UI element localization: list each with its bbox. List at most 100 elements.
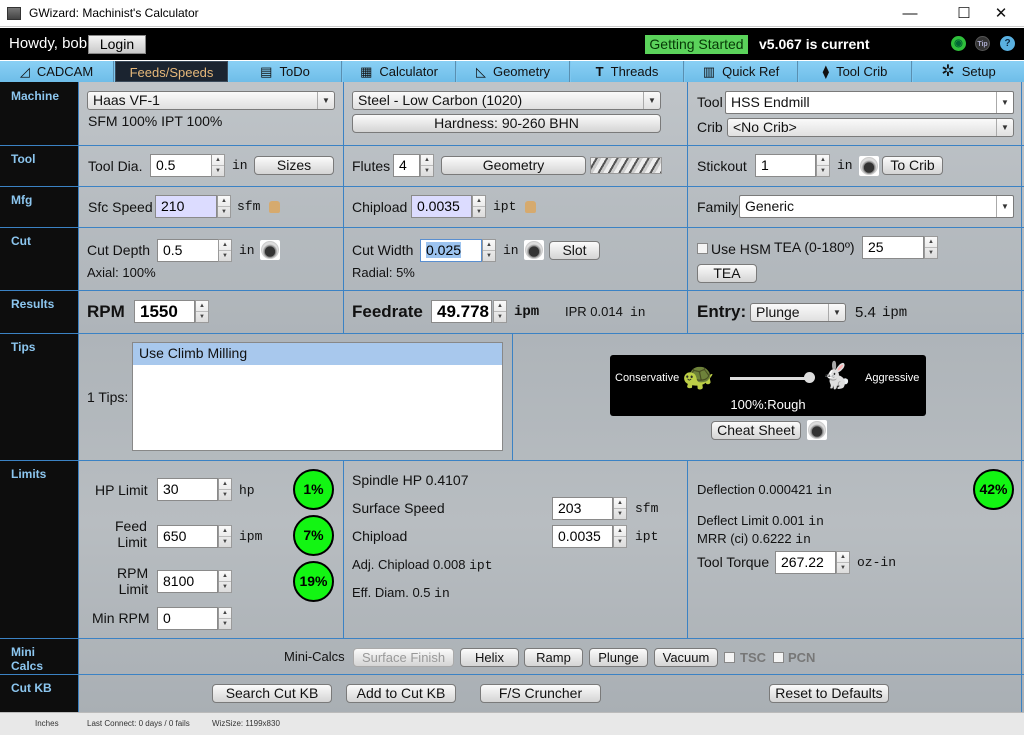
use-hsm-checkbox[interactable]: [697, 243, 708, 254]
getting-started-button[interactable]: Getting Started: [645, 35, 748, 54]
surface-speed-stepper[interactable]: ▲ ▼: [613, 497, 627, 520]
gauge-icon[interactable]: [260, 240, 280, 260]
rpm-limit-label-line: RPM: [117, 565, 149, 581]
login-button[interactable]: Login: [88, 35, 146, 54]
help-icon[interactable]: ?: [1000, 36, 1015, 51]
tab-cadcam[interactable]: ◿ CADCAM: [0, 61, 114, 82]
cut-depth-stepper[interactable]: ▲ ▼: [218, 239, 232, 262]
family-select[interactable]: Generic ▼: [739, 195, 1014, 218]
slot-button[interactable]: Slot: [549, 241, 600, 260]
ramp-button[interactable]: Ramp: [524, 648, 583, 667]
turtle-icon: 🐢: [682, 361, 715, 391]
cut-width-stepper[interactable]: ▲ ▼: [482, 239, 496, 262]
material-select[interactable]: Steel - Low Carbon (1020) ▼: [352, 91, 661, 110]
tab-label: Geometry: [492, 64, 551, 79]
tea-button[interactable]: TEA: [697, 264, 757, 283]
rpm-input[interactable]: 1550: [134, 300, 195, 323]
support-icon[interactable]: ◉: [951, 36, 966, 51]
hardness-button[interactable]: Hardness: 90-260 BHN: [352, 114, 661, 133]
stickout-label: Stickout: [697, 158, 747, 174]
reset-defaults-button[interactable]: Reset to Defaults: [769, 684, 889, 703]
sizes-button[interactable]: Sizes: [254, 156, 334, 175]
hp-limit-input[interactable]: 30: [157, 478, 218, 501]
min-rpm-input[interactable]: 0: [157, 607, 218, 630]
aggressiveness-value: 100%:Rough: [730, 397, 806, 412]
section-results: Results: [11, 297, 55, 311]
add-to-cut-kb-button[interactable]: Add to Cut KB: [346, 684, 456, 703]
surface-finish-button[interactable]: Surface Finish: [353, 648, 454, 667]
divider: [0, 186, 1024, 187]
aggressiveness-slider-track[interactable]: [730, 377, 810, 380]
gauge-icon[interactable]: [524, 240, 544, 260]
title-bar: GWizard: Machinist's Calculator — ☐ ✕: [0, 0, 1024, 27]
rpm-stepper[interactable]: ▲ ▼: [195, 300, 209, 323]
feedrate-input[interactable]: 49.778: [431, 300, 492, 323]
machine-select[interactable]: Haas VF-1 ▼: [87, 91, 335, 110]
stickout-input[interactable]: 1: [755, 154, 816, 177]
hp-limit-label: HP Limit: [95, 482, 148, 498]
feed-limit-stepper[interactable]: ▲ ▼: [218, 525, 232, 548]
flutes-input[interactable]: 4: [393, 154, 420, 177]
tsc-checkbox[interactable]: [724, 652, 735, 663]
tool-dia-input[interactable]: 0.5: [150, 154, 212, 177]
plunge-button[interactable]: Plunge: [589, 648, 648, 667]
hp-limit-stepper[interactable]: ▲ ▼: [218, 478, 232, 501]
stickout-stepper[interactable]: ▲ ▼: [816, 154, 830, 177]
chipload-stepper[interactable]: ▲ ▼: [472, 195, 486, 218]
tool-dia-stepper[interactable]: ▲ ▼: [211, 154, 225, 177]
sfc-speed-stepper[interactable]: ▲ ▼: [217, 195, 231, 218]
helix-button[interactable]: Helix: [460, 648, 519, 667]
tea-input[interactable]: 25: [862, 236, 924, 259]
min-rpm-stepper[interactable]: ▲ ▼: [218, 607, 232, 630]
tab-setup[interactable]: ✲ Setup: [913, 61, 1024, 82]
tea-label: TEA (0-180º): [774, 239, 855, 255]
cheat-sheet-button[interactable]: Cheat Sheet: [711, 421, 801, 440]
tab-feeds-speeds[interactable]: Feeds/Speeds: [115, 61, 228, 82]
minimize-button[interactable]: —: [887, 0, 933, 27]
tips-list[interactable]: Use Climb Milling: [132, 342, 503, 451]
adj-chipload-unit: ipt: [469, 558, 493, 573]
pcn-checkbox[interactable]: [773, 652, 784, 663]
tea-stepper[interactable]: ▲ ▼: [924, 236, 938, 259]
tab-tool-crib[interactable]: ⧫ Tool Crib: [799, 61, 912, 82]
aggressiveness-slider-handle[interactable]: [804, 372, 815, 383]
lock-icon[interactable]: [269, 201, 280, 213]
rpm-limit-input[interactable]: 8100: [157, 570, 218, 593]
feedrate-stepper[interactable]: ▲ ▼: [493, 300, 507, 323]
tab-calculator[interactable]: ▦ Calculator: [343, 61, 456, 82]
gauge-icon[interactable]: [859, 156, 879, 176]
search-cut-kb-button[interactable]: Search Cut KB: [212, 684, 332, 703]
tab-geometry[interactable]: ◺ Geometry: [457, 61, 570, 82]
limits-chipload-stepper[interactable]: ▲ ▼: [613, 525, 627, 548]
tip-icon[interactable]: Tip: [975, 36, 990, 51]
limits-chipload-input[interactable]: 0.0035: [552, 525, 613, 548]
entry-select[interactable]: Plunge ▼: [750, 303, 846, 322]
to-crib-button[interactable]: To Crib: [882, 156, 943, 175]
gauge-icon[interactable]: [807, 420, 827, 440]
close-button[interactable]: ✕: [978, 0, 1024, 27]
sfc-speed-input[interactable]: 210: [155, 195, 217, 218]
tips-list-item[interactable]: Use Climb Milling: [133, 343, 502, 365]
cut-depth-input[interactable]: 0.5: [157, 239, 219, 262]
rpm-limit-stepper[interactable]: ▲ ▼: [218, 570, 232, 593]
crib-select[interactable]: <No Crib> ▼: [727, 118, 1014, 137]
tab-todo[interactable]: ▤ ToDo: [229, 61, 342, 82]
tab-quick-ref[interactable]: ▥ Quick Ref: [685, 61, 798, 82]
tool-dia-unit: in: [232, 158, 248, 173]
surface-speed-input[interactable]: 203: [552, 497, 613, 520]
geometry-button[interactable]: Geometry: [441, 156, 586, 175]
divider: [0, 674, 1024, 675]
feedrate-unit: ipm: [514, 304, 540, 320]
tool-dia-label: Tool Dia.: [88, 158, 143, 174]
fs-cruncher-button[interactable]: F/S Cruncher: [480, 684, 601, 703]
tool-torque-input[interactable]: 267.22: [775, 551, 836, 574]
tool-type-select[interactable]: HSS Endmill ▼: [725, 91, 1014, 114]
flutes-stepper[interactable]: ▲ ▼: [420, 154, 434, 177]
cut-width-input[interactable]: 0.025: [420, 239, 482, 262]
tab-threads[interactable]: T Threads: [571, 61, 684, 82]
vacuum-button[interactable]: Vacuum: [654, 648, 718, 667]
tool-torque-stepper[interactable]: ▲ ▼: [836, 551, 850, 574]
lock-icon[interactable]: [525, 201, 536, 213]
feed-limit-input[interactable]: 650: [157, 525, 218, 548]
chipload-input[interactable]: 0.0035: [411, 195, 472, 218]
